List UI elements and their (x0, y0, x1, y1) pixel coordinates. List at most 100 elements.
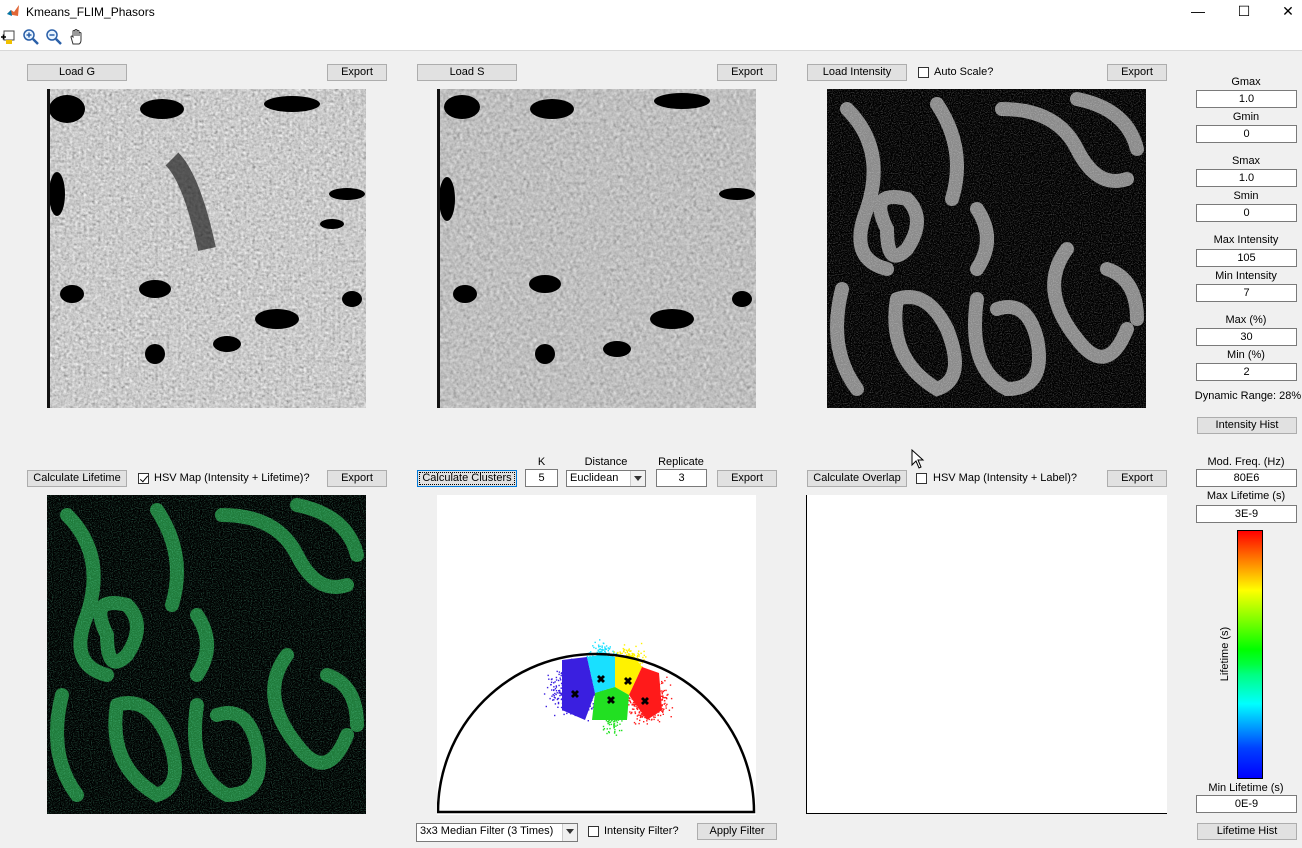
scatter-point (600, 649, 602, 651)
scatter-point (654, 716, 656, 718)
scatter-point (661, 710, 663, 712)
scatter-point (608, 724, 611, 726)
distance-select[interactable]: Euclidean (566, 470, 646, 487)
export-intensity-button[interactable]: Export (1107, 64, 1167, 81)
scatter-point (629, 700, 631, 702)
maximize-button[interactable]: ☐ (1221, 0, 1267, 24)
max-lifetime-label: Max Lifetime (s) (1206, 490, 1286, 502)
export-overlap-button[interactable]: Export (1107, 470, 1167, 487)
scatter-point (553, 696, 556, 699)
scatter-point (659, 714, 662, 717)
replicate-input[interactable]: 3 (656, 469, 707, 487)
data-cursor-icon[interactable] (0, 28, 18, 46)
pan-hand-icon[interactable] (68, 28, 86, 46)
scatter-point (663, 700, 666, 702)
max-pct-label: Max (%) (1225, 314, 1267, 326)
overlap-axes (806, 495, 1167, 814)
load-s-button[interactable]: Load S (417, 64, 517, 81)
scatter-point (636, 715, 639, 717)
scatter-point (548, 678, 550, 680)
scatter-point (662, 682, 664, 684)
max-lifetime-input[interactable]: 3E-9 (1196, 505, 1297, 523)
scatter-point (554, 688, 557, 690)
max-pct-input[interactable]: 30 (1196, 328, 1297, 346)
min-lifetime-input[interactable]: 0E-9 (1196, 795, 1297, 813)
scatter-point (612, 721, 615, 723)
scatter-point (598, 646, 600, 648)
scatter-point (648, 718, 650, 721)
calculate-overlap-button[interactable]: Calculate Overlap (807, 470, 907, 487)
scatter-point (657, 714, 659, 717)
filter-select[interactable]: 3x3 Median Filter (3 Times) (416, 823, 578, 842)
scatter-point (547, 674, 549, 677)
k-input[interactable]: 5 (525, 469, 558, 487)
max-intensity-input[interactable]: 105 (1196, 249, 1297, 267)
scatter-point (663, 697, 665, 699)
scatter-point (664, 702, 666, 705)
min-intensity-input[interactable]: 7 (1196, 284, 1297, 302)
scatter-point (661, 704, 663, 706)
smax-input[interactable]: 1.0 (1196, 169, 1297, 187)
scatter-point (617, 651, 619, 654)
intensity-filter-checkbox[interactable] (588, 826, 599, 837)
scatter-point (651, 718, 653, 721)
scatter-point (663, 708, 665, 710)
close-button[interactable]: ✕ (1265, 0, 1302, 24)
smin-input[interactable]: 0 (1196, 204, 1297, 222)
scatter-point (551, 689, 553, 691)
scatter-point (590, 707, 593, 710)
gmin-input[interactable]: 0 (1196, 125, 1297, 143)
scatter-point (599, 651, 602, 653)
phasor-plot: ✖ ✖ ✖ ✖ ✖ (437, 495, 756, 815)
load-intensity-button[interactable]: Load Intensity (807, 64, 907, 81)
scatter-point (592, 645, 594, 647)
scatter-point (645, 656, 647, 658)
export-clusters-button[interactable]: Export (717, 470, 777, 487)
scatter-point (638, 712, 640, 714)
hsv-lifetime-checkbox[interactable] (138, 473, 149, 484)
scatter-point (622, 647, 624, 650)
apply-filter-button[interactable]: Apply Filter (697, 823, 777, 840)
scatter-point (551, 695, 553, 697)
scatter-point (662, 713, 664, 715)
lifetime-hist-button[interactable]: Lifetime Hist (1197, 823, 1297, 840)
toolbar (0, 24, 1302, 51)
minimize-button[interactable]: — (1175, 0, 1221, 24)
zoom-in-icon[interactable] (22, 28, 40, 46)
calculate-lifetime-button[interactable]: Calculate Lifetime (27, 470, 127, 487)
export-s-button[interactable]: Export (717, 64, 777, 81)
scatter-point (629, 650, 632, 652)
chevron-down-icon (630, 471, 645, 486)
auto-scale-checkbox[interactable] (918, 67, 929, 78)
title-bar (0, 0, 1302, 24)
scatter-point (666, 676, 668, 678)
scatter-point (646, 720, 648, 722)
export-g-button[interactable]: Export (327, 64, 387, 81)
intensity-hist-button[interactable]: Intensity Hist (1197, 417, 1297, 434)
scatter-point (665, 705, 667, 707)
scatter-point (669, 684, 672, 686)
scatter-point (664, 696, 666, 699)
scatter-point (608, 722, 610, 724)
calculate-clusters-button[interactable]: Calculate Clusters (417, 470, 517, 487)
gmax-input[interactable]: 1.0 (1196, 90, 1297, 108)
scatter-point (553, 686, 555, 688)
scatter-point (638, 722, 640, 725)
scatter-point (640, 642, 643, 645)
scatter-point (621, 652, 623, 654)
filter-select-value: 3x3 Median Filter (3 Times) (420, 825, 554, 837)
load-g-button[interactable]: Load G (27, 64, 127, 81)
scatter-point (553, 689, 555, 692)
centroid-marker: ✖ (570, 689, 579, 701)
scatter-point (560, 674, 562, 677)
scatter-point (554, 703, 557, 705)
mod-freq-input[interactable]: 80E6 (1196, 469, 1297, 487)
export-lifetime-button[interactable]: Export (327, 470, 387, 487)
scatter-point (555, 693, 557, 696)
scatter-point (555, 685, 557, 687)
hsv-label-checkbox[interactable] (916, 473, 927, 484)
min-pct-input[interactable]: 2 (1196, 363, 1297, 381)
scatter-point (549, 697, 551, 700)
scatter-point (633, 708, 635, 710)
zoom-out-icon[interactable] (45, 28, 63, 46)
